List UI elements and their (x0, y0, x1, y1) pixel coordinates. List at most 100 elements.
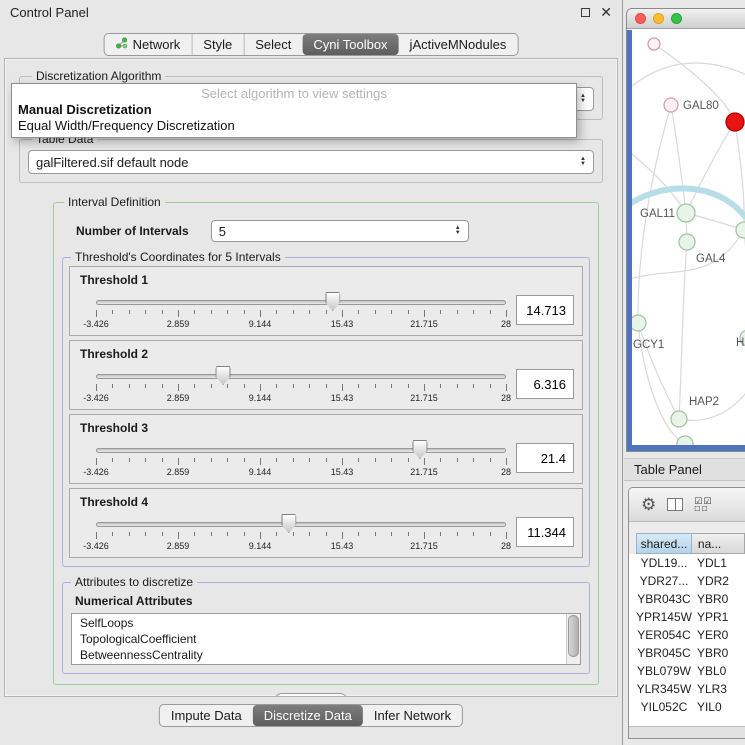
network-node[interactable] (736, 222, 745, 238)
column-header[interactable]: na... (692, 533, 745, 554)
network-canvas[interactable]: GAL80GAL11GAL4GCY1HHAP2 (632, 30, 745, 445)
table-cell: YLR345W (636, 680, 692, 698)
column-selector-icon[interactable] (667, 498, 683, 511)
threshold-label: Threshold 2 (80, 347, 574, 361)
threshold-value-input[interactable] (516, 369, 574, 399)
network-node[interactable] (671, 411, 687, 427)
node-label: H (736, 337, 744, 349)
threshold-slider[interactable]: -3.4262.8599.14415.4321.71528 (96, 287, 506, 333)
dropdown-prompt: Select algorithm to view settings (12, 86, 576, 102)
minimize-traffic-light-icon[interactable] (653, 13, 664, 24)
tab-jactivemnodules[interactable]: jActiveMNodules (399, 34, 518, 55)
threshold-slider[interactable]: -3.4262.8599.14415.4321.71528 (96, 361, 506, 407)
slider-track[interactable] (96, 300, 506, 305)
close-traffic-light-icon[interactable] (635, 13, 646, 24)
interval-definition-group-title: Interval Definition (64, 195, 165, 209)
slider-thumb[interactable] (216, 366, 231, 385)
tab-infer-network[interactable]: Infer Network (363, 705, 462, 726)
threshold-label: Threshold 1 (80, 273, 574, 287)
table-row[interactable]: YDR27...YDR2 (636, 572, 745, 590)
threshold-slider[interactable]: -3.4262.8599.14415.4321.71528 (96, 509, 506, 555)
close-window-icon[interactable]: ✕ (600, 5, 612, 19)
combo-arrows-icon: ▲▼ (572, 157, 586, 167)
table-row[interactable]: YLR345WYLR3 (636, 680, 745, 698)
table-cell: YBR0 (692, 590, 745, 608)
threshold-value-input[interactable] (516, 517, 574, 547)
network-node[interactable] (726, 113, 744, 131)
table-cell: YIL052C (636, 698, 692, 716)
float-window-icon[interactable] (581, 8, 590, 17)
threshold-value-input[interactable] (516, 443, 574, 473)
network-node[interactable] (677, 204, 695, 222)
network-edge (671, 105, 686, 213)
combo-arrows-icon: ▲▼ (447, 226, 461, 236)
threshold-slider[interactable]: -3.4262.8599.14415.4321.71528 (96, 435, 506, 481)
tab-network[interactable]: Network (105, 34, 192, 55)
table-cell: YBL0 (692, 662, 745, 680)
node-label: GAL80 (683, 100, 719, 112)
table-row[interactable]: YBR043CYBR0 (636, 590, 745, 608)
table-horizontal-scrollbar[interactable] (629, 726, 745, 738)
table-data-select[interactable]: galFiltered.sif default node ▲▼ (28, 150, 594, 174)
slider-track[interactable] (96, 448, 506, 453)
table-cell: YBR043C (636, 590, 692, 608)
slider-thumb[interactable] (412, 440, 427, 459)
slider-track[interactable] (96, 374, 506, 379)
network-node[interactable] (664, 98, 678, 112)
tab-style[interactable]: Style (191, 34, 243, 55)
thresholds-group: Threshold's Coordinates for 5 Intervals … (62, 250, 590, 567)
attribute-list-item[interactable]: SelfLoops (80, 615, 580, 631)
numerical-attributes-label: Numerical Attributes (75, 594, 585, 608)
network-node[interactable] (632, 315, 646, 331)
slider-thumb[interactable] (325, 292, 340, 311)
table-row[interactable]: YBL079WYBL0 (636, 662, 745, 680)
column-header[interactable]: shared... (636, 533, 692, 554)
network-view-frame: GAL80GAL11GAL4GCY1HHAP2 (627, 30, 745, 451)
table-cell: YBR0 (692, 644, 745, 662)
network-tab-icon (116, 37, 128, 52)
column-visibility-icons[interactable]: ☑☑☐☐ (694, 497, 712, 513)
tab-label: jActiveMNodules (410, 37, 507, 52)
table-row[interactable]: YIL052CYIL0 (636, 698, 745, 716)
tab-impute-data[interactable]: Impute Data (160, 705, 253, 726)
threshold-value-input[interactable] (516, 295, 574, 325)
zoom-traffic-light-icon[interactable] (671, 13, 682, 24)
table-row[interactable]: YER054CYER0 (636, 626, 745, 644)
gear-icon[interactable]: ⚙ (641, 496, 656, 513)
network-node[interactable] (679, 234, 695, 250)
slider-thumb[interactable] (281, 514, 296, 533)
table-toolbar: ⚙ ☑☑☐☐ (629, 488, 745, 522)
attributes-group: Attributes to discretize Numerical Attri… (62, 575, 590, 674)
table-row[interactable]: YDL19...YDL1 (636, 554, 745, 572)
dropdown-option[interactable]: Manual Discretization (12, 102, 576, 118)
table-data-select-value: galFiltered.sif default node (36, 155, 188, 170)
table-header-row: shared...na... (629, 533, 745, 554)
network-view-window: GAL80GAL11GAL4GCY1HHAP2 (626, 8, 745, 452)
table-cell: YBL079W (636, 662, 692, 680)
tab-cyni-toolbox[interactable]: Cyni Toolbox (302, 34, 398, 55)
table-cell: YBR045C (636, 644, 692, 662)
attribute-list-item[interactable]: TopologicalCoefficient (80, 631, 580, 647)
tab-label: Style (203, 37, 232, 52)
slider-track[interactable] (96, 522, 506, 527)
network-node[interactable] (677, 436, 693, 445)
node-label: GCY1 (633, 339, 664, 351)
table-row[interactable]: YPR145WYPR1 (636, 608, 745, 626)
threshold-panel: Threshold 4-3.4262.8599.14415.4321.71528 (69, 488, 583, 558)
attributes-group-title: Attributes to discretize (71, 575, 197, 589)
slider-tick-labels: -3.4262.8599.14415.4321.71528 (96, 467, 506, 478)
control-panel-tab-bar: Network Style SelectCyni Toolbox jActiveMNo… (104, 33, 519, 56)
table-row[interactable]: YBR045CYBR0 (636, 644, 745, 662)
dropdown-option[interactable]: Equal Width/Frequency Discretization (12, 118, 576, 134)
scrollbar-thumb[interactable] (568, 615, 579, 657)
attributes-scrollbar[interactable] (566, 614, 580, 664)
apply-button[interactable]: Apply (274, 693, 349, 697)
attributes-listbox[interactable]: SelfLoopsTopologicalCoefficientBetweenne… (71, 613, 581, 665)
slider-ticks (96, 532, 506, 540)
slider-ticks (96, 384, 506, 392)
network-node[interactable] (648, 38, 660, 50)
num-intervals-select[interactable]: 5 ▲▼ (211, 220, 469, 242)
tab-discretize-data[interactable]: Discretize Data (253, 705, 363, 726)
tab-select[interactable]: Select (243, 34, 302, 55)
attribute-list-item[interactable]: BetweennessCentrality (80, 647, 580, 663)
